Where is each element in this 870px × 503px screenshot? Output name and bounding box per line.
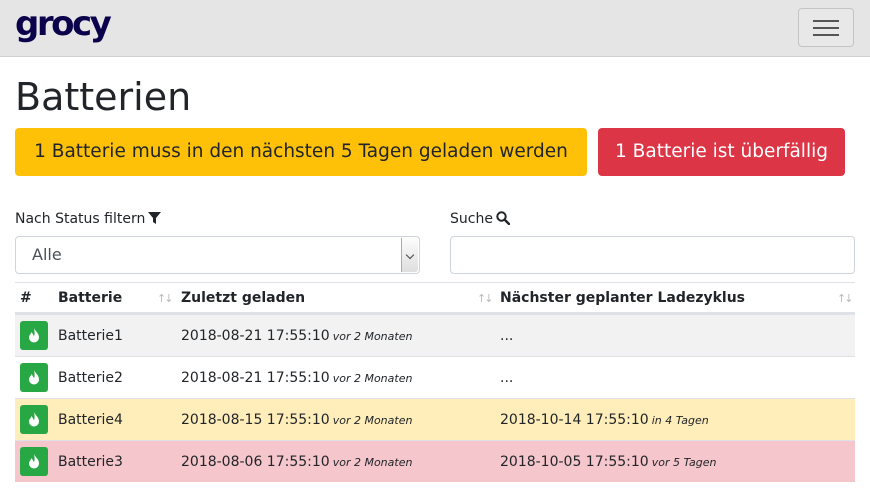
table-row: Batterie2 2018-08-21 17:55:10 vor 2 Monat… [15,356,855,398]
menu-toggle-button[interactable] [798,8,854,47]
battery-name: Batterie4 [58,412,123,428]
due-soon-alert[interactable]: 1 Batterie muss in den nächsten 5 Tagen … [15,128,587,176]
batteries-table: # Batterie ↑↓ Zuletzt geladen ↑↓ Nächste… [15,282,855,482]
last-charged: 2018-08-21 17:55:10 vor 2 Monaten [181,328,413,344]
next-cycle: 2018-10-05 17:55:10 vor 5 Tagen [500,454,717,470]
sort-icon[interactable]: ↑↓ [477,292,494,305]
fire-icon [29,370,39,385]
header-last-charged[interactable]: Zuletzt geladen [181,283,305,314]
fire-icon [29,412,39,427]
search-label: Suche [450,209,511,229]
table-row: Batterie1 2018-08-21 17:55:10 vor 2 Monat… [15,314,855,356]
status-filter-select[interactable]: Alle [15,236,420,274]
battery-name: Batterie1 [58,328,123,344]
search-icon [496,211,511,226]
track-charge-button[interactable] [20,405,48,434]
hamburger-icon [813,20,839,22]
track-charge-button[interactable] [20,447,48,476]
overdue-alert[interactable]: 1 Batterie ist überfällig [598,128,845,176]
next-cycle: ... [500,328,514,344]
brand-logo[interactable]: grocy [15,4,112,44]
track-charge-button[interactable] [20,321,48,350]
page-title: Batterien [15,75,192,119]
sort-icon[interactable]: ↑↓ [837,292,854,305]
header-battery[interactable]: Batterie [58,283,122,314]
table-row: Batterie3 2018-08-06 17:55:10 vor 2 Monat… [15,440,855,482]
fire-icon [29,328,39,343]
status-filter-value: Alle [32,245,62,264]
chevron-down-icon[interactable] [401,238,418,272]
status-filter-label: Nach Status filtern [15,209,162,229]
track-charge-button[interactable] [20,363,48,392]
search-input[interactable] [450,236,855,274]
table-row: Batterie4 2018-08-15 17:55:10 vor 2 Monat… [15,398,855,440]
fire-icon [29,454,39,469]
last-charged: 2018-08-06 17:55:10 vor 2 Monaten [181,454,413,470]
filter-icon [148,212,162,224]
header-hash: # [20,290,32,306]
sort-icon[interactable]: ↑↓ [157,292,174,305]
last-charged: 2018-08-15 17:55:10 vor 2 Monaten [181,412,413,428]
battery-name: Batterie2 [58,370,123,386]
navbar: grocy [0,0,870,57]
table-header: # Batterie ↑↓ Zuletzt geladen ↑↓ Nächste… [15,283,855,314]
last-charged: 2018-08-21 17:55:10 vor 2 Monaten [181,370,413,386]
battery-name: Batterie3 [58,454,123,470]
header-next-cycle[interactable]: Nächster geplanter Ladezyklus [500,283,745,314]
next-cycle: ... [500,370,514,386]
next-cycle: 2018-10-14 17:55:10 in 4 Tagen [500,412,709,428]
